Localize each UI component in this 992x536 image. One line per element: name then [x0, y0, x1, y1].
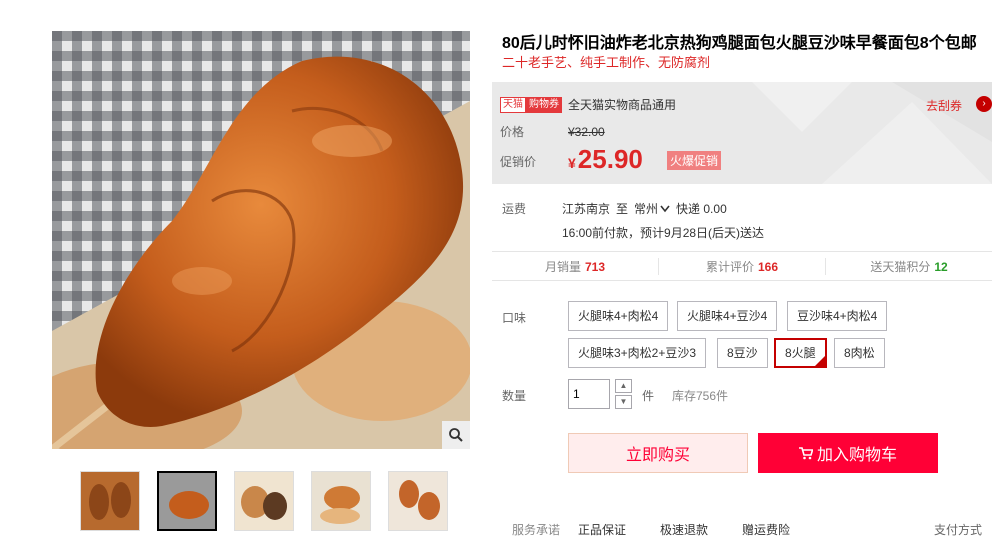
price-panel: 天猫 购物券 全天猫实物商品通用 去刮券 › 价格 ¥32.00 促销价 ¥ 2… [492, 82, 992, 184]
service-item[interactable]: 赠运费险 [742, 521, 790, 536]
currency-symbol: ¥ [568, 155, 576, 171]
quantity-input[interactable] [568, 379, 610, 409]
stat-label: 累计评价 [705, 259, 754, 274]
flavor-label: 口味 [502, 311, 527, 325]
thumbnail-image [235, 472, 293, 530]
shipping-label: 运费 [502, 202, 527, 216]
flavor-option[interactable]: 火腿味4+豆沙4 [677, 301, 778, 331]
product-subtitle: 二十老手艺、纯手工制作、无防腐剂 [502, 55, 711, 70]
promo-price-label: 促销价 [500, 155, 537, 169]
add-to-cart-label: 加入购物车 [816, 447, 897, 464]
sales-stats: 月销量 713 累计评价 166 送天猫积分 12 [492, 251, 992, 281]
product-photo [52, 31, 470, 449]
original-price: ¥32.00 [568, 125, 605, 139]
chevron-down-icon [660, 205, 670, 212]
stat-monthly-sales: 月销量 713 [492, 258, 658, 275]
coupon-tag: 购物券 [526, 96, 562, 113]
ship-to: 常州 [634, 202, 659, 216]
promo-price-value: 25.90 [577, 144, 643, 174]
flavor-option[interactable]: 8豆沙 [717, 338, 768, 368]
payment-method-link[interactable]: 支付方式 [934, 521, 982, 536]
quantity-label: 数量 [502, 389, 527, 403]
shipping-route: 江苏南京 至 常州 快递 0.00 [562, 200, 727, 217]
get-coupon-link[interactable]: 去刮券 [926, 97, 962, 114]
price-label: 价格 [500, 125, 525, 139]
coupon-row: 天猫 购物券 全天猫实物商品通用 [500, 96, 676, 113]
stock-count: 库存756件 [672, 389, 729, 403]
thumbnail-image [389, 472, 447, 530]
thumbnail-image [312, 472, 370, 530]
flavor-option[interactable]: 火腿味4+肉松4 [568, 301, 669, 331]
main-product-image[interactable] [52, 31, 470, 449]
flavor-option[interactable]: 豆沙味4+肉松4 [787, 301, 888, 331]
service-row: 服务承诺 正品保证 极速退款 赠运费险 [512, 521, 824, 536]
buy-now-label: 立即购买 [625, 447, 690, 464]
delivery-estimate: 16:00前付款，预计9月28日(后天)送达 [562, 226, 765, 240]
tmall-tag: 天猫 [500, 96, 526, 113]
zoom-button[interactable] [442, 421, 470, 449]
service-label: 服务承诺 [512, 523, 561, 536]
quantity-decrease-button[interactable]: ▼ [615, 395, 632, 409]
quantity-increase-button[interactable]: ▲ [615, 379, 632, 393]
flavor-option[interactable]: 火腿味3+肉松2+豆沙3 [568, 338, 707, 368]
thumbnail-image [159, 473, 215, 529]
thumbnail-image [81, 472, 139, 530]
ship-from: 江苏南京 [562, 202, 611, 216]
stat-label: 送天猫积分 [870, 259, 931, 274]
flavor-option-selected[interactable]: 8火腿 [774, 338, 827, 368]
add-to-cart-button[interactable]: 加入购物车 [758, 433, 938, 473]
cart-icon [798, 446, 813, 459]
magnifier-icon [449, 428, 463, 442]
ship-to-select[interactable]: 常州 [634, 200, 670, 217]
service-item[interactable]: 正品保证 [578, 521, 626, 536]
thumbnail-1[interactable] [80, 471, 140, 531]
stat-label: 月销量 [544, 259, 581, 274]
service-item[interactable]: 极速退款 [660, 521, 708, 536]
stat-value: 166 [757, 259, 779, 274]
promo-price: ¥ 25.90 [568, 144, 643, 175]
stat-reviews[interactable]: 累计评价 166 [658, 257, 825, 275]
arrow-right-icon[interactable]: › [976, 96, 992, 112]
stat-value: 713 [584, 259, 606, 274]
express-fee: 快递 0.00 [676, 202, 727, 216]
thumbnail-5[interactable] [388, 471, 448, 531]
stat-value: 12 [934, 259, 948, 274]
product-title: 80后儿时怀旧油炸老北京热狗鸡腿面包火腿豆沙味早餐面包8个包邮 [502, 35, 977, 52]
ship-to-word: 至 [616, 202, 629, 216]
thumbnail-3[interactable] [234, 471, 294, 531]
quantity-unit: 件 [642, 389, 655, 403]
thumbnail-2[interactable] [157, 471, 217, 531]
flavor-option[interactable]: 8肉松 [834, 338, 885, 368]
thumbnail-4[interactable] [311, 471, 371, 531]
thumbnail-strip [80, 471, 448, 531]
stat-points: 送天猫积分 12 [825, 257, 992, 275]
promo-badge: 火爆促销 [667, 151, 722, 170]
buy-now-button[interactable]: 立即购买 [568, 433, 748, 473]
coupon-text: 全天猫实物商品通用 [568, 98, 677, 112]
